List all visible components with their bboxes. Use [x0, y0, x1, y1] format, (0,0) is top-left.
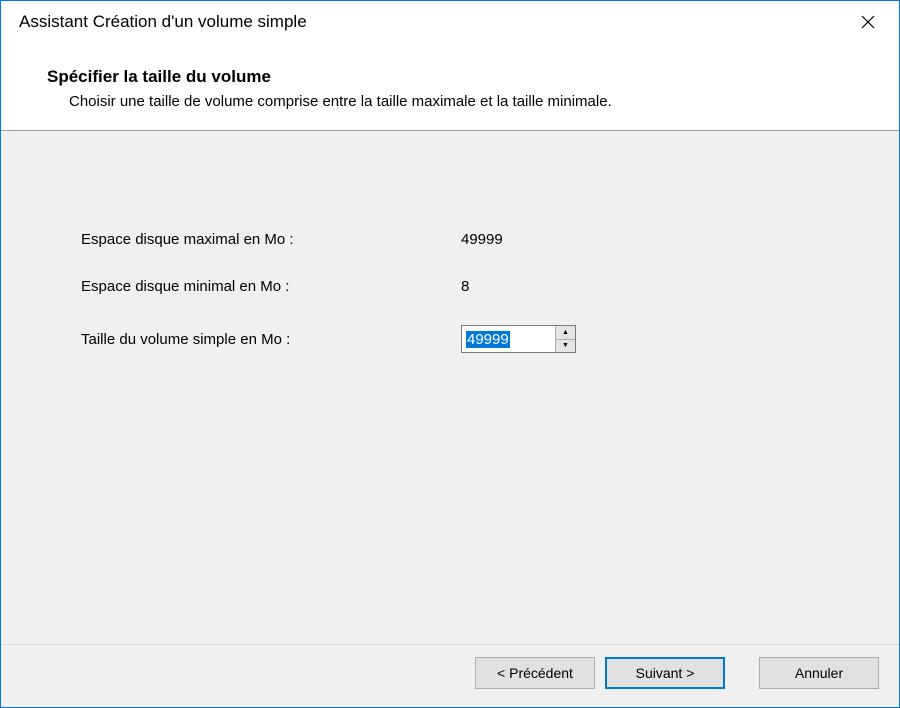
volume-size-spinner: 49999 ▲ ▼ [461, 325, 576, 353]
wizard-footer: < Précédent Suivant > Annuler [1, 644, 899, 707]
chevron-up-icon: ▲ [562, 329, 569, 336]
close-icon [861, 15, 875, 29]
spinner-buttons: ▲ ▼ [555, 326, 575, 352]
volume-size-row: Taille du volume simple en Mo : 49999 ▲ … [81, 325, 819, 353]
min-space-value: 8 [461, 278, 819, 295]
chevron-down-icon: ▼ [562, 342, 569, 349]
titlebar: Assistant Création d'un volume simple [1, 1, 899, 43]
volume-size-input[interactable]: 49999 [462, 326, 555, 352]
spinner-down-button[interactable]: ▼ [556, 340, 575, 353]
min-space-row: Espace disque minimal en Mo : 8 [81, 278, 819, 295]
volume-size-input-selection: 49999 [466, 331, 510, 348]
content-area: Espace disque maximal en Mo : 49999 Espa… [1, 131, 899, 644]
back-button[interactable]: < Précédent [475, 657, 595, 689]
close-button[interactable] [845, 6, 891, 38]
button-gap [735, 657, 749, 689]
page-subheading: Choisir une taille de volume comprise en… [19, 93, 881, 110]
window-title: Assistant Création d'un volume simple [19, 12, 307, 32]
max-space-value: 49999 [461, 231, 819, 248]
min-space-label: Espace disque minimal en Mo : [81, 278, 461, 295]
wizard-window: Assistant Création d'un volume simple Sp… [0, 0, 900, 708]
page-heading: Spécifier la taille du volume [19, 67, 881, 87]
volume-size-label: Taille du volume simple en Mo : [81, 331, 461, 348]
volume-size-value-col: 49999 ▲ ▼ [461, 325, 819, 353]
wizard-header: Spécifier la taille du volume Choisir un… [1, 43, 899, 130]
max-space-row: Espace disque maximal en Mo : 49999 [81, 231, 819, 248]
next-button[interactable]: Suivant > [605, 657, 725, 689]
spinner-up-button[interactable]: ▲ [556, 326, 575, 340]
max-space-label: Espace disque maximal en Mo : [81, 231, 461, 248]
cancel-button[interactable]: Annuler [759, 657, 879, 689]
